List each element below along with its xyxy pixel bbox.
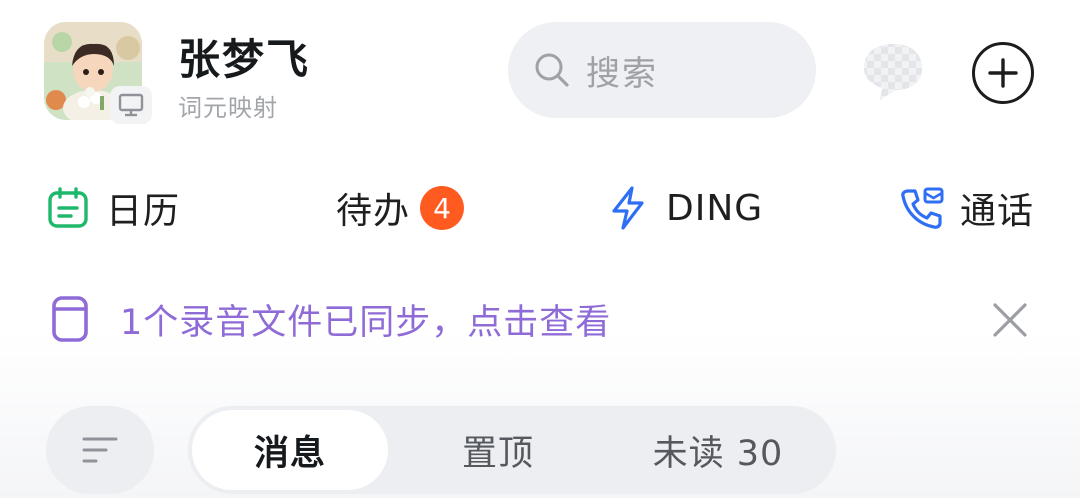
sort-lines-icon <box>82 437 118 463</box>
call-shortcut[interactable]: 通话 <box>898 184 1034 232</box>
calendar-label: 日历 <box>106 191 181 232</box>
lightning-icon <box>612 186 644 230</box>
search-icon <box>535 53 569 87</box>
tab-pinned[interactable]: 置顶 <box>428 406 568 494</box>
user-name[interactable]: 张梦飞 <box>178 26 310 87</box>
tab-unread[interactable]: 未读 30 <box>628 406 808 494</box>
calendar-icon <box>48 187 88 228</box>
todo-label: 待办 <box>336 191 411 232</box>
call-label: 通话 <box>960 191 1035 232</box>
search-bar[interactable]: 搜索 <box>508 22 816 118</box>
sort-filter-button[interactable] <box>46 406 154 494</box>
desktop-monitor-icon <box>118 93 144 117</box>
recording-sync-notice[interactable]: 1个录音文件已同步，点击查看 <box>50 294 611 344</box>
todo-shortcut[interactable]: 待办 4 <box>336 184 465 232</box>
recorder-device-icon <box>52 296 88 342</box>
calendar-shortcut[interactable]: 日历 <box>46 184 180 232</box>
tab-messages[interactable]: 消息 <box>192 410 388 490</box>
ding-shortcut[interactable]: DING <box>608 184 763 232</box>
phone-call-icon <box>901 187 944 229</box>
ding-label: DING <box>666 187 764 229</box>
add-button[interactable] <box>972 42 1034 104</box>
todo-count-badge: 4 <box>420 186 465 230</box>
org-name[interactable]: 词元映射 <box>178 88 278 123</box>
notice-text: 1个录音文件已同步，点击查看 <box>120 302 612 343</box>
ai-assistant-button[interactable] <box>860 40 926 106</box>
close-icon <box>993 303 1027 337</box>
search-placeholder: 搜索 <box>586 53 658 94</box>
ai-assistant-bubble-icon <box>864 44 922 100</box>
plus-circle-icon <box>988 58 1018 88</box>
notice-close-button[interactable] <box>990 300 1030 344</box>
message-filter-tabs: 消息 置顶 未读 30 <box>188 406 836 494</box>
device-badge <box>110 86 152 124</box>
